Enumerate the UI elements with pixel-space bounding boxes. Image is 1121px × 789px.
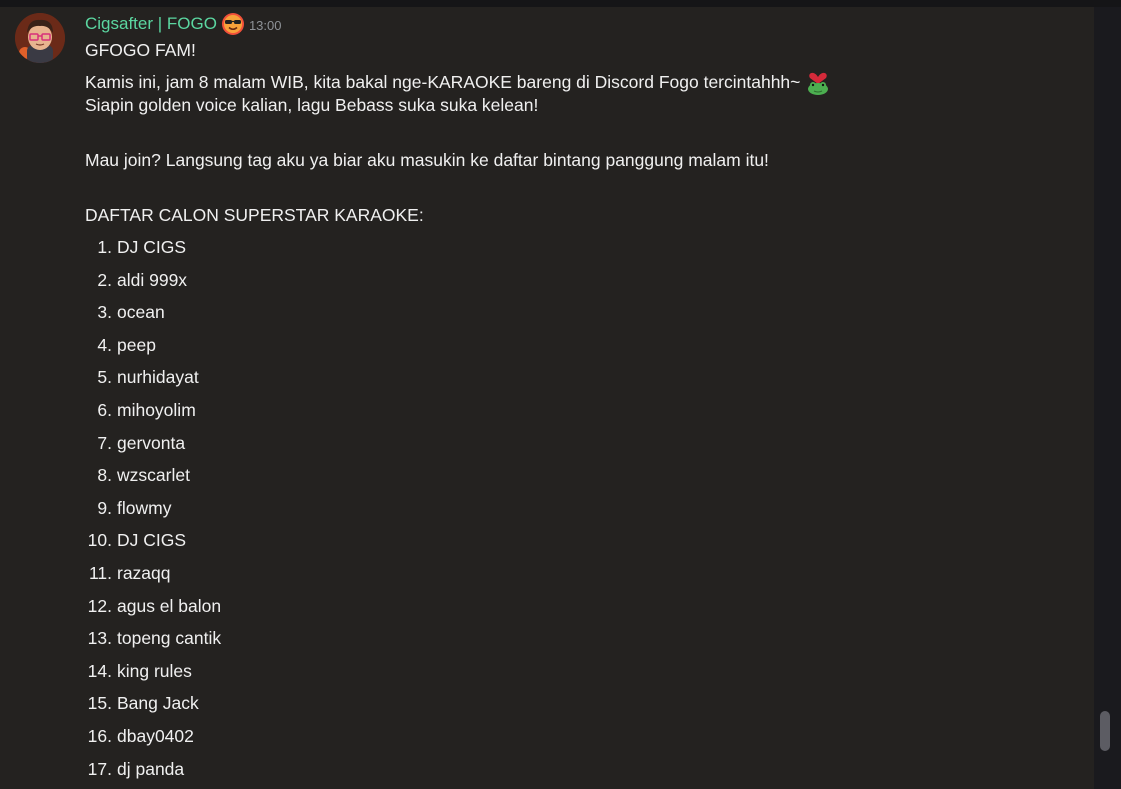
list-item: 14. king rules xyxy=(85,661,585,689)
list-item: 6. mihoyolim xyxy=(85,400,585,428)
list-item-number: 6. xyxy=(97,400,112,420)
list-item-number: 5. xyxy=(97,367,112,388)
list-item-number: 15. xyxy=(87,693,112,714)
list-item-name: razaqq xyxy=(117,563,171,583)
scrollbar-track[interactable] xyxy=(1094,7,1121,789)
list-item-name: Bang Jack xyxy=(117,693,199,714)
list-item-name: DJ CIGS xyxy=(117,530,187,551)
list-item-number: 8. xyxy=(97,465,112,486)
list-item-number: 16. xyxy=(87,726,112,746)
frog-heart-icon[interactable] xyxy=(804,68,832,96)
list-item: 16. dbay0402 xyxy=(85,726,585,754)
list-item: 2. aldi 999x xyxy=(85,270,585,298)
message-line-prep: Siapin golden voice kalian, lagu Bebass … xyxy=(85,95,539,115)
list-item: 1. DJ CIGS xyxy=(85,237,585,265)
list-item-name: dbay0402 xyxy=(117,726,194,746)
list-item-number: 7. xyxy=(97,432,112,453)
list-item-name: flowmy xyxy=(117,497,172,518)
list-item: 12. agus el balon xyxy=(85,596,585,624)
cartoon-avatar-icon xyxy=(15,13,65,63)
list-item: 8. wzscarlet xyxy=(85,465,585,493)
list-item-number: 2. xyxy=(97,269,112,290)
message-header: Cigsafter | FOGO 13:00 xyxy=(85,12,282,36)
sunglasses-face-icon[interactable] xyxy=(221,12,245,36)
list-item-name: nurhidayat xyxy=(117,367,199,388)
list-item-name: agus el balon xyxy=(117,595,222,616)
list-item-number: 17. xyxy=(87,758,112,779)
timestamp: 13:00 xyxy=(248,18,282,33)
scrollbar-thumb[interactable] xyxy=(1100,711,1110,751)
list-item-name: dj panda xyxy=(117,758,185,779)
list-item: 5. nurhidayat xyxy=(85,367,585,395)
username[interactable]: Cigsafter | FOGO xyxy=(85,14,217,34)
top-bar xyxy=(0,0,1121,7)
list-item-name: aldi 999x xyxy=(117,269,188,290)
list-item: 7. gervonta xyxy=(85,433,585,461)
list-item: 3. ocean xyxy=(85,302,585,330)
list-item-number: 11. xyxy=(88,563,112,583)
list-item-name: mihoyolim xyxy=(117,400,196,420)
list-item: 15. Bang Jack xyxy=(85,693,585,721)
list-item: 17. dj panda xyxy=(85,759,585,787)
list-item-name: wzscarlet xyxy=(117,465,190,486)
list-item-number: 12. xyxy=(87,595,112,616)
list-title: DAFTAR CALON SUPERSTAR KARAOKE: xyxy=(85,205,424,225)
message-line-join: Mau join? Langsung tag aku ya biar aku m… xyxy=(85,150,769,170)
list-item-name: king rules xyxy=(117,660,192,681)
list-item: 10. DJ CIGS xyxy=(85,530,585,558)
list-item-name: DJ CIGS xyxy=(117,237,187,257)
list-item-number: 1. xyxy=(97,237,112,257)
message-line-greeting: GFOGO FAM! xyxy=(85,40,196,60)
list-item-number: 14. xyxy=(87,660,112,681)
list-item: 11. razaqq xyxy=(85,563,585,591)
avatar[interactable] xyxy=(15,13,65,63)
list-item-number: 4. xyxy=(97,334,112,355)
list-item: 9. flowmy xyxy=(85,498,585,526)
list-item-name: gervonta xyxy=(117,432,186,453)
list-item-number: 3. xyxy=(97,302,112,323)
list-item: 13. topeng cantik xyxy=(85,628,585,656)
list-item-name: ocean xyxy=(117,302,165,323)
list-item-number: 10. xyxy=(87,530,112,551)
message-line-announcement: Kamis ini, jam 8 malam WIB, kita bakal n… xyxy=(85,68,832,96)
list-item-name: topeng cantik xyxy=(117,628,222,649)
list-item-name: peep xyxy=(117,334,156,355)
list-item-number: 9. xyxy=(97,497,112,518)
list-item-number: 13. xyxy=(87,628,112,649)
list-item: 4. peep xyxy=(85,335,585,363)
